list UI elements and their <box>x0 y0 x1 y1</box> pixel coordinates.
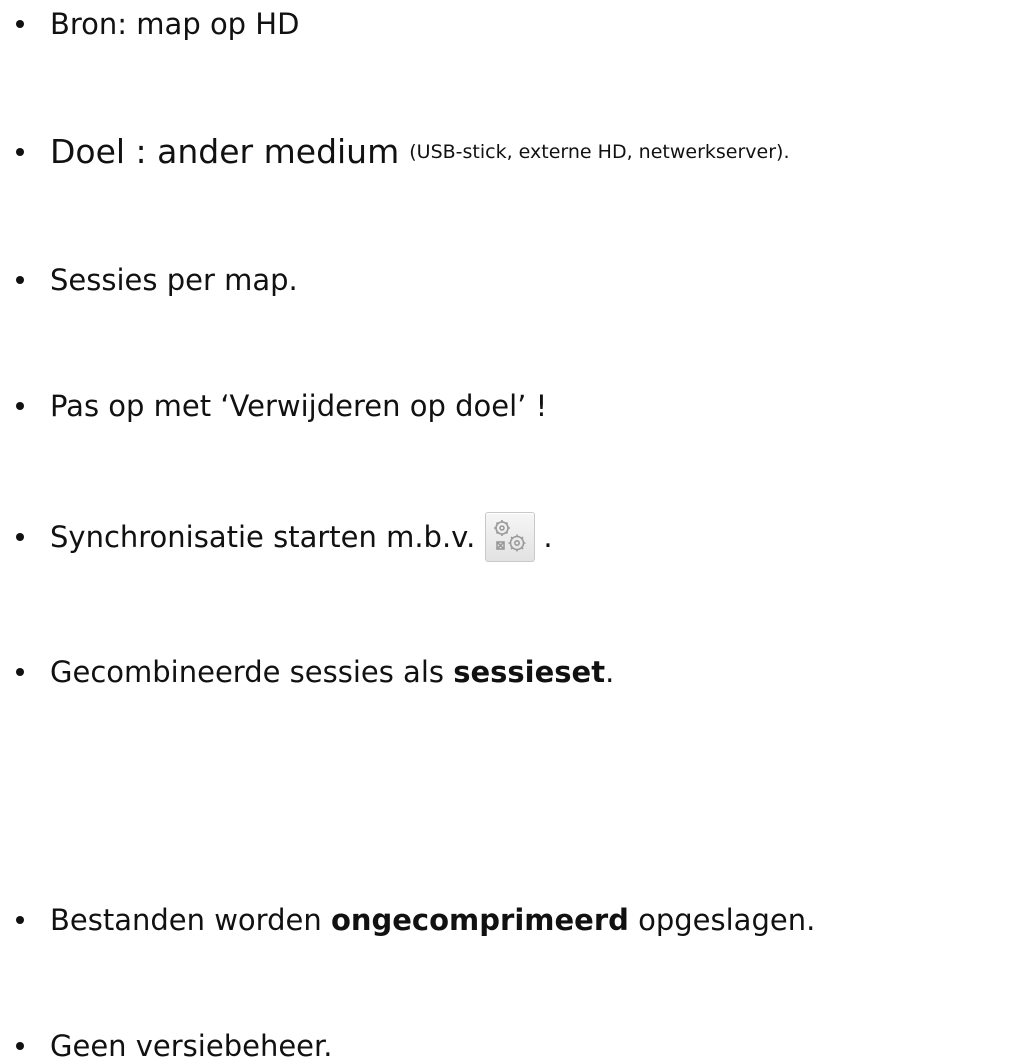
bullet-dot <box>16 276 24 284</box>
list-item: Bestanden worden ongecomprimeerd opgesla… <box>14 902 815 938</box>
bullet-text-end: opgeslagen. <box>628 903 816 937</box>
gears-icon <box>494 520 526 552</box>
bullet-text: Doel : ander medium <box>50 132 400 171</box>
bullet-note: (USB-stick, externe HD, netwerkserver). <box>409 141 790 163</box>
sync-button[interactable] <box>485 512 536 562</box>
bullet-dot <box>16 1042 24 1050</box>
bullet-text: Synchronisatie starten m.b.v. <box>50 520 476 554</box>
list-item: Doel : ander medium (USB-stick, externe … <box>14 134 789 170</box>
bullet-dot <box>16 668 24 676</box>
bullet-text: Bestanden worden <box>50 903 331 937</box>
bullet-dot <box>16 533 24 541</box>
list-item: Sessies per map. <box>14 262 298 298</box>
bullet-text: Geen versiebeheer. <box>50 1029 333 1063</box>
bullet-dot <box>16 916 24 924</box>
bullet-bold-term: sessieset <box>453 655 606 689</box>
bullet-text: Sessies per map. <box>50 263 298 297</box>
bullet-text: Bron: map op HD <box>50 7 300 41</box>
bullet-dot <box>16 20 24 28</box>
list-item: Bron: map op HD <box>14 6 299 42</box>
list-item: Synchronisatie starten m.b.v. . <box>14 512 553 562</box>
bullet-bold-term: ongecomprimeerd <box>330 903 629 937</box>
bullet-text: Pas op met ‘Verwijderen op doel’ ! <box>50 389 548 423</box>
list-item: Geen versiebeheer. <box>14 1028 332 1064</box>
bullet-text: Gecombineerde sessies als <box>50 655 454 689</box>
bullet-dot <box>16 148 24 156</box>
bullet-text-end: . <box>605 655 615 689</box>
bullet-list: Bron: map op HD Doel : ander medium (USB… <box>0 0 1024 1064</box>
bullet-dot <box>16 402 24 410</box>
list-item: Gecombineerde sessies als sessieset . <box>14 654 614 690</box>
list-item: Pas op met ‘Verwijderen op doel’ ! <box>14 388 547 424</box>
bullet-text-end: . <box>543 520 553 554</box>
